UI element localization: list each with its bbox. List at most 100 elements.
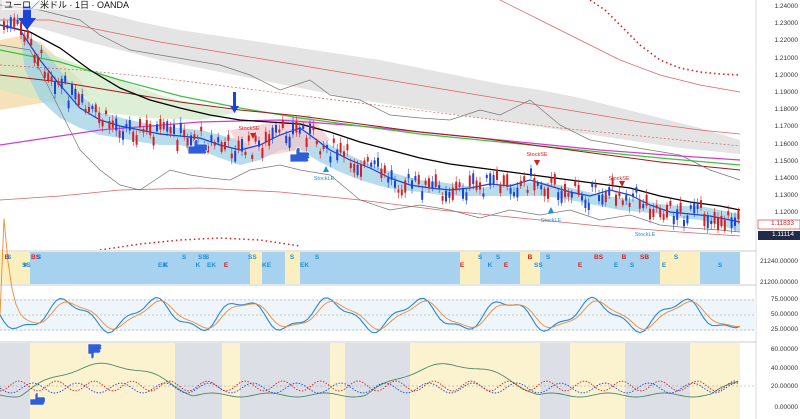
candle-body (434, 174, 437, 188)
candle-body (224, 141, 226, 150)
candle-body (598, 194, 600, 202)
candle-body (251, 155, 254, 159)
candle-body (3, 21, 5, 30)
signal-marker: E (577, 262, 583, 269)
price-axis-label: 1.16000 (774, 140, 799, 148)
signal-axis-label: 21200.00000 (760, 279, 798, 286)
candle-body (567, 192, 570, 197)
candle-body (530, 168, 532, 177)
price-axis-label: 1.20000 (774, 71, 799, 79)
candle-body (523, 176, 526, 182)
adx-axis-label: 20.00000 (770, 383, 798, 390)
signal-band-segment (30, 252, 160, 284)
signal-marker: SS (22, 262, 31, 269)
candle-body (60, 78, 63, 89)
candle-body (581, 195, 583, 201)
chart-canvas[interactable] (0, 0, 800, 419)
candle-body (363, 160, 366, 165)
candle-body (91, 105, 94, 109)
sell-marker-icon (534, 160, 540, 166)
candle-body (128, 120, 131, 131)
candle-body (557, 192, 560, 201)
adx-band-segment (0, 343, 30, 419)
signal-marker: S (36, 254, 42, 261)
candle-body (77, 93, 80, 106)
candle-body (145, 120, 148, 131)
signal-marker: K (163, 262, 169, 269)
candle-body (47, 72, 50, 81)
adx-band-segment (345, 343, 410, 419)
candle-body (625, 194, 628, 201)
candle-body (179, 122, 182, 134)
candle-body (421, 191, 424, 200)
strategy-label: StockLE (540, 218, 562, 224)
candle-body (213, 141, 216, 146)
candle-body (84, 108, 87, 113)
candle-body (485, 175, 488, 179)
signal-marker: S (181, 254, 187, 261)
candle-body (594, 184, 597, 188)
candle-body (564, 183, 566, 197)
candle-body (23, 35, 26, 42)
candle-body (618, 192, 621, 197)
candle-body (584, 199, 587, 209)
candle-body (387, 177, 390, 183)
candle-body (237, 140, 240, 150)
candle-body (540, 185, 543, 190)
candle-body (676, 209, 679, 220)
last-price-upper: 1.11833 (770, 220, 794, 227)
strategy-label: StockSE (608, 176, 630, 182)
candle-body (713, 211, 716, 224)
signal-marker: EK (207, 262, 217, 269)
candle-body (509, 188, 512, 194)
candle-body (550, 177, 553, 183)
candle-body (329, 156, 332, 163)
candle-body (587, 202, 590, 211)
candle-body (574, 180, 577, 187)
candle-body (394, 180, 396, 188)
candle-body (6, 24, 9, 29)
candle-body (570, 192, 573, 198)
candle-body (417, 175, 420, 185)
signal-marker: S (477, 254, 483, 261)
candle-body (244, 151, 247, 156)
candle-body (332, 138, 335, 143)
candle-body (536, 182, 539, 186)
price-axis-label: 1.13000 (774, 192, 799, 200)
candle-body (9, 17, 12, 29)
signal-marker: SB (640, 254, 650, 261)
signal-marker: K (195, 262, 201, 269)
candle-body (428, 178, 430, 188)
upper-dotted-curve (589, 0, 741, 76)
candle-body (33, 54, 36, 63)
candle-body (686, 215, 689, 224)
candle-body (683, 220, 685, 227)
candle-body (604, 191, 607, 203)
candle-body (516, 187, 519, 198)
candle-body (577, 185, 580, 195)
osc-axis-label: 75.00000 (770, 296, 798, 303)
candle-body (98, 112, 101, 124)
candle-body (360, 163, 362, 177)
symbol-title[interactable]: ユーロ／米ドル · 1日 · OANDA (2, 0, 132, 10)
strategy-label: StockSE (526, 152, 548, 158)
candle-body (519, 180, 522, 187)
candle-body (281, 120, 284, 128)
adx-band-segment (330, 343, 345, 419)
signal-marker: S (6, 254, 12, 261)
price-axis-label: 1.17000 (774, 123, 799, 131)
signal-marker: SS (198, 254, 207, 261)
adx-band-segment (625, 343, 690, 419)
price-axis-label: 1.21000 (774, 54, 799, 62)
candle-body (424, 180, 427, 185)
candle-body (560, 190, 563, 203)
adx-axis-label: 60.00000 (770, 346, 798, 353)
red-curve-1 (499, 0, 741, 93)
candle-body (343, 151, 345, 157)
candle-body (217, 137, 220, 143)
strategy-label: StockSE (238, 126, 260, 132)
candle-body (615, 194, 617, 206)
signal-marker: S (629, 262, 635, 269)
candle-body (414, 176, 417, 181)
candle-body (703, 213, 706, 227)
